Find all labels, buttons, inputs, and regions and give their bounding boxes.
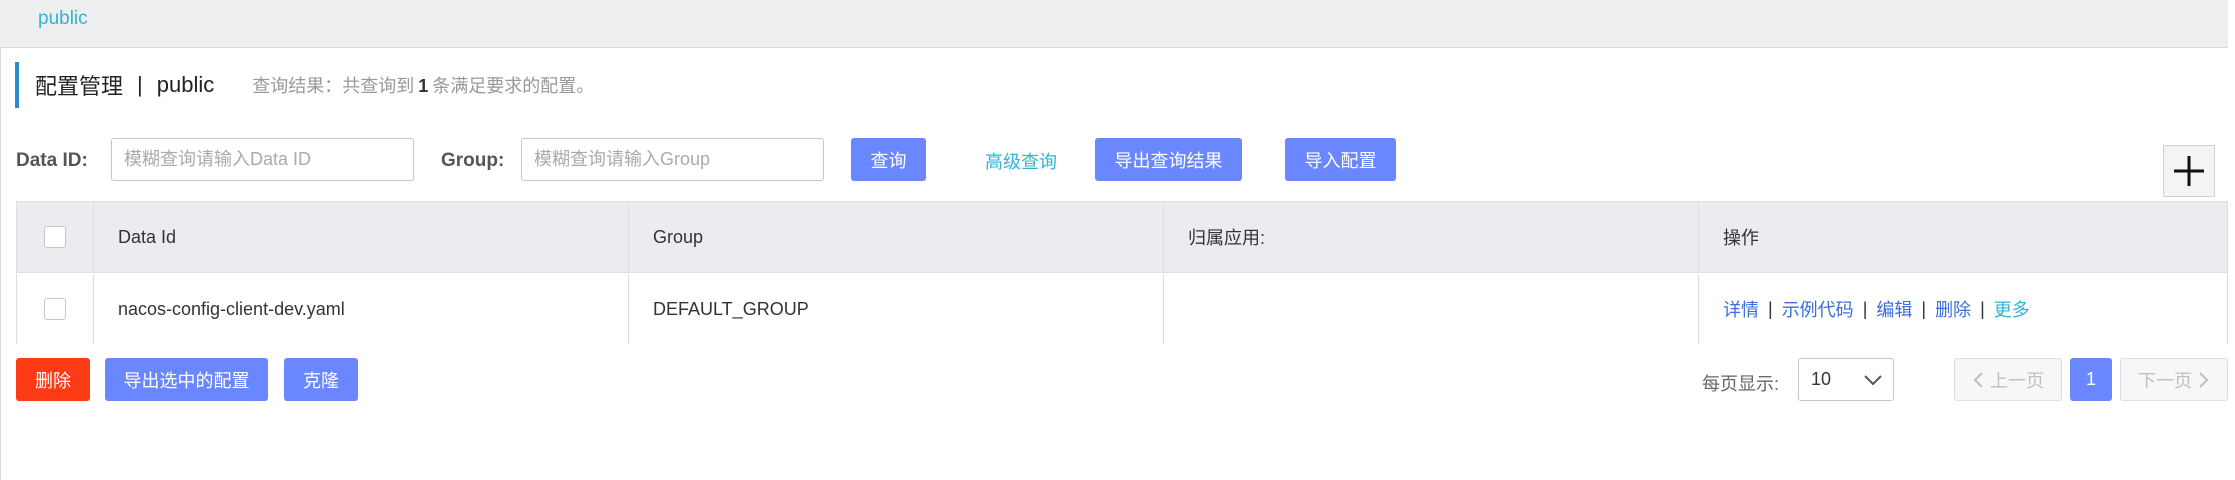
prev-page-label: 上一页 (1990, 370, 2044, 391)
table-footer: 删除 导出选中的配置 克隆 每页显示: 10 上一页 1 下一页 (16, 358, 2228, 402)
query-button[interactable]: 查询 (851, 138, 926, 181)
column-header-group: Group (628, 202, 1163, 272)
select-all-checkbox[interactable] (44, 226, 66, 248)
detail-link[interactable]: 详情 (1723, 296, 1759, 322)
row-data-id: nacos-config-client-dev.yaml (93, 274, 628, 344)
export-results-button[interactable]: 导出查询结果 (1095, 138, 1242, 181)
query-result-summary: 查询结果：共查询到 1 条满足要求的配置。 (252, 72, 594, 98)
more-link[interactable]: 更多 (1994, 296, 2030, 322)
namespace-tab-public[interactable]: public (38, 8, 88, 30)
group-input[interactable] (521, 138, 824, 181)
result-count: 1 (418, 76, 429, 96)
data-id-label: Data ID: (16, 150, 88, 171)
chevron-right-icon (2199, 371, 2209, 388)
left-border (0, 0, 1, 480)
row-app (1163, 274, 1698, 344)
page-size-label: 每页显示: (1702, 374, 1780, 394)
action-separator: | (1921, 298, 1927, 319)
plus-icon (2174, 156, 2204, 186)
chevron-down-icon (1864, 375, 1882, 386)
row-checkbox[interactable] (44, 298, 66, 320)
config-table: Data Id Group 归属应用: 操作 nacos-config-clie… (16, 201, 2228, 344)
table-header: Data Id Group 归属应用: 操作 (17, 202, 2227, 273)
delete-link[interactable]: 删除 (1935, 296, 1971, 322)
page-number-current[interactable]: 1 (2070, 358, 2112, 401)
namespace-bar: public (0, 0, 2228, 48)
page-header: 配置管理 | public 查询结果：共查询到 1 条满足要求的配置。 (15, 62, 594, 108)
add-config-button[interactable] (2163, 145, 2215, 197)
result-suffix: 条满足要求的配置。 (432, 76, 595, 96)
next-page-label: 下一页 (2138, 370, 2192, 391)
result-prefix: 查询结果：共查询到 (252, 76, 415, 96)
data-id-input[interactable] (111, 138, 414, 181)
next-page-button[interactable]: 下一页 (2120, 358, 2228, 401)
chevron-left-icon (1973, 371, 1983, 388)
header-checkbox-cell (17, 202, 93, 272)
action-separator: | (1862, 298, 1868, 319)
group-label: Group: (441, 150, 505, 171)
column-header-data-id: Data Id (93, 202, 628, 272)
export-selected-button[interactable]: 导出选中的配置 (105, 358, 268, 401)
page-title: 配置管理 (35, 74, 124, 99)
row-actions: 详情 | 示例代码 | 编辑 | 删除 | 更多 (1698, 274, 2227, 344)
import-config-button[interactable]: 导入配置 (1285, 138, 1396, 181)
advanced-query-link[interactable]: 高级查询 (985, 148, 1057, 174)
prev-page-button[interactable]: 上一页 (1954, 358, 2062, 401)
clone-button[interactable]: 克隆 (284, 358, 358, 401)
action-separator: | (1768, 298, 1773, 319)
page-namespace: public (156, 72, 215, 97)
page-size-value: 10 (1811, 369, 1832, 389)
row-checkbox-cell (17, 274, 93, 344)
search-bar: Data ID: Group: 查询 高级查询 导出查询结果 导入配置 (16, 138, 2216, 182)
edit-link[interactable]: 编辑 (1876, 296, 1912, 322)
action-separator: | (1980, 298, 1985, 319)
batch-delete-button[interactable]: 删除 (16, 358, 90, 401)
column-header-actions: 操作 (1698, 202, 2227, 272)
title-accent-bar (15, 62, 19, 108)
table-row: nacos-config-client-dev.yaml DEFAULT_GRO… (17, 274, 2227, 344)
title-separator: | (137, 72, 143, 97)
sample-code-link[interactable]: 示例代码 (1782, 296, 1854, 322)
row-group: DEFAULT_GROUP (628, 274, 1163, 344)
page-size-select[interactable]: 10 (1798, 358, 1894, 401)
column-header-app: 归属应用: (1163, 202, 1698, 272)
